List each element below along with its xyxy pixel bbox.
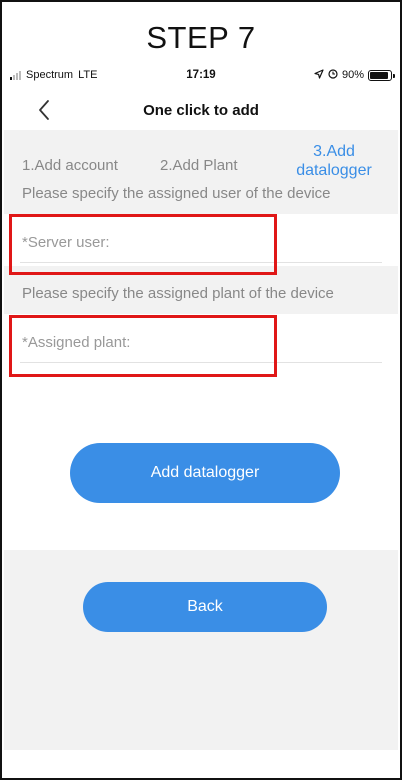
screenshot-frame: STEP 7 Spectrum LTE 17:19 90% One click … <box>0 0 402 780</box>
battery-icon <box>368 69 395 81</box>
step-add-datalogger: 3.Add datalogger <box>284 142 384 180</box>
step-add-account: 1.Add account <box>22 157 118 174</box>
page-title: One click to add <box>143 101 259 119</box>
plant-hint-text: Please specify the assigned plant of the… <box>22 285 334 302</box>
signal-bars-icon <box>10 70 21 80</box>
main-content: 1.Add account 2.Add Plant 3.Add datalogg… <box>4 130 398 750</box>
user-hint-text: Please specify the assigned user of the … <box>22 185 331 202</box>
step3-line1: 3.Add <box>313 143 355 160</box>
highlight-box-assigned-plant <box>9 315 277 377</box>
add-datalogger-button[interactable]: Add datalogger <box>70 443 340 503</box>
back-button[interactable]: Back <box>83 582 327 632</box>
status-bar: Spectrum LTE 17:19 90% <box>10 65 395 85</box>
status-right: 90% <box>314 68 395 82</box>
highlight-box-server-user <box>9 214 277 275</box>
location-arrow-icon <box>314 68 324 82</box>
step-indicator: 1.Add account 2.Add Plant 3.Add datalogg… <box>18 136 384 182</box>
step-caption: STEP 7 <box>146 20 256 55</box>
step-add-plant: 2.Add Plant <box>160 157 238 174</box>
battery-percent: 90% <box>341 69 364 81</box>
network-type: LTE <box>78 69 98 81</box>
step3-line2: datalogger <box>296 162 372 179</box>
nav-bar: One click to add <box>2 90 400 130</box>
status-left: Spectrum LTE <box>10 69 130 81</box>
alarm-clock-icon <box>328 68 338 82</box>
chevron-left-icon[interactable] <box>32 96 56 124</box>
carrier-name: Spectrum <box>26 69 74 81</box>
